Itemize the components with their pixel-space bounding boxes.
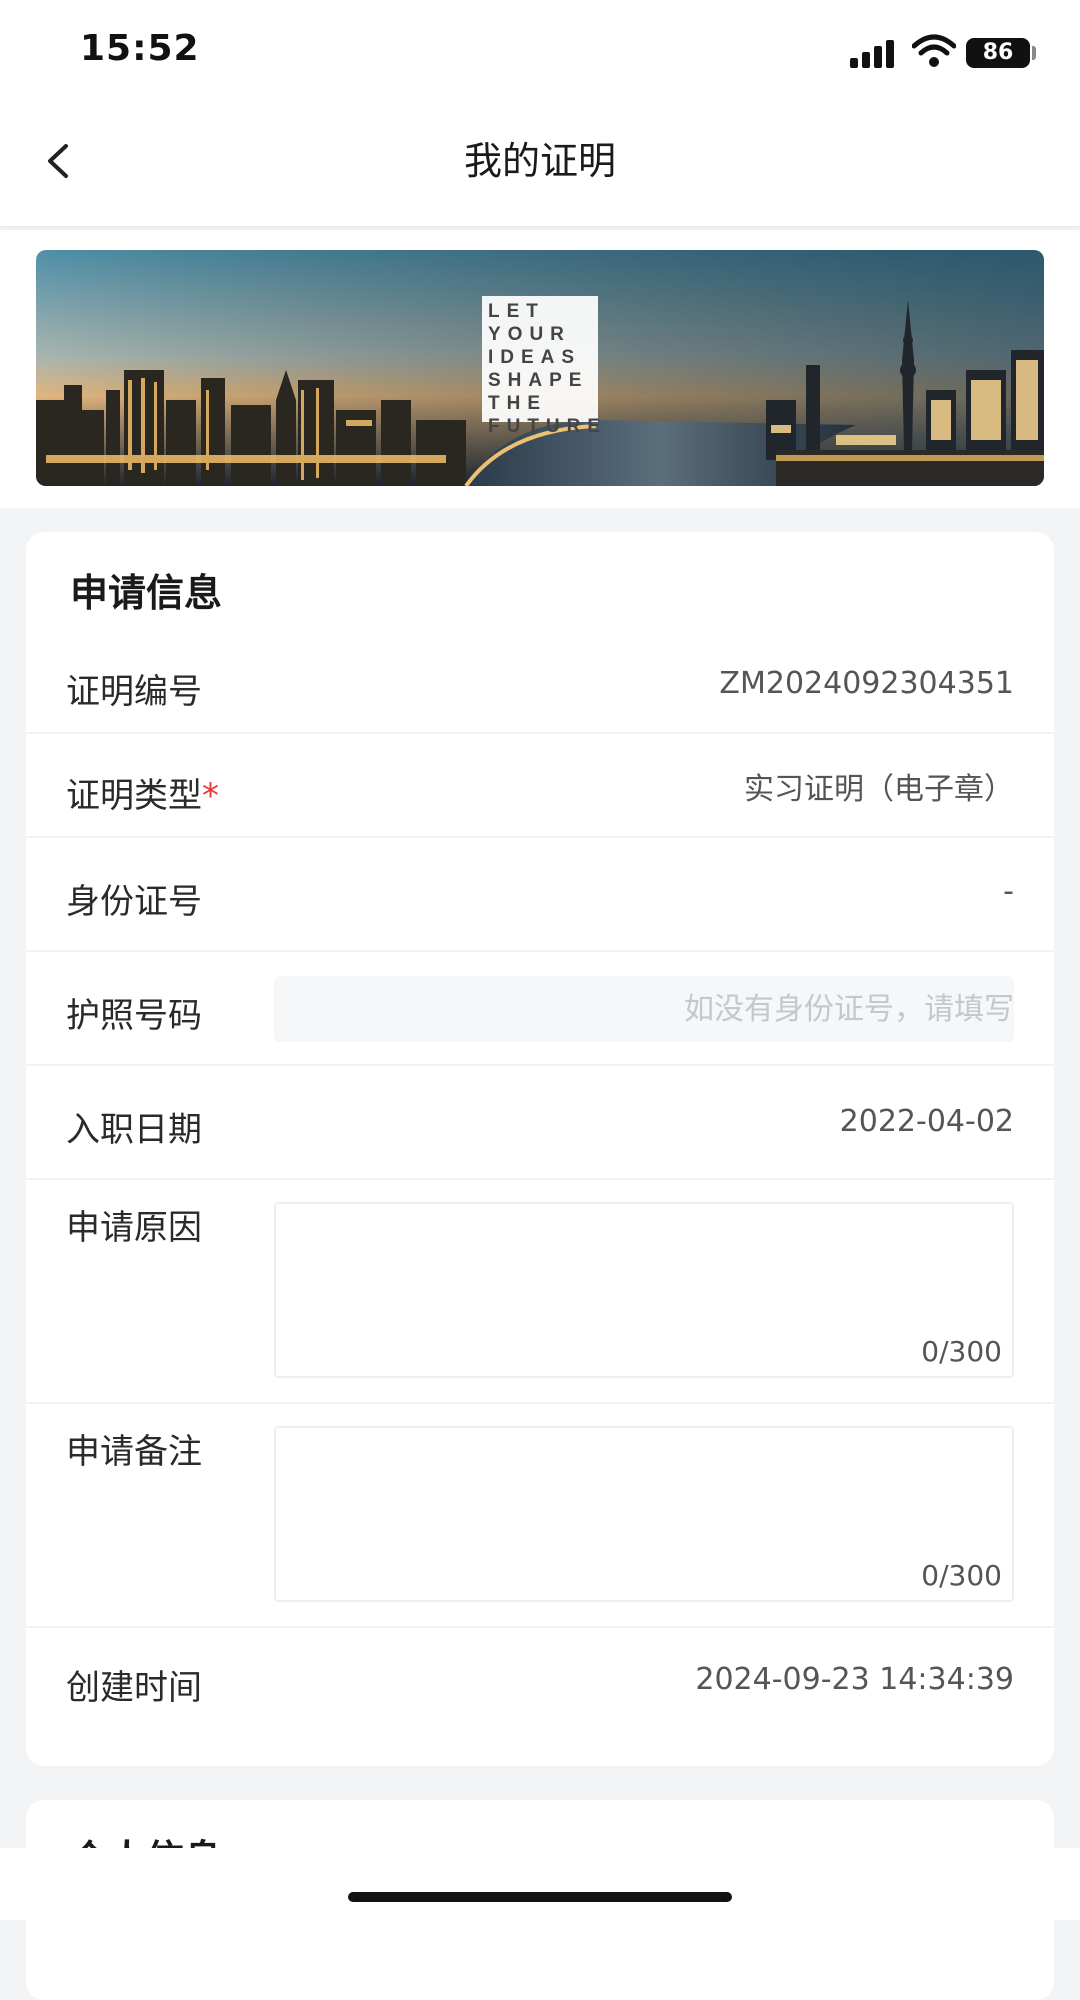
certificate-type-value[interactable]: 实习证明（电子章） [744, 764, 1014, 808]
created-time-label: 创建时间 [66, 1668, 202, 1708]
battery-icon: 86 [966, 38, 1030, 68]
remarks-char-counter: 0/300 [921, 1559, 1002, 1592]
required-mark: * [202, 776, 219, 816]
application-info-card: 申请信息 证明编号 ZM2024092304351 证明类型* 实习证明（电子章… [26, 532, 1054, 1766]
home-indicator[interactable] [348, 1892, 732, 1902]
section-title: 申请信息 [70, 571, 223, 615]
certificate-number-row: 证明编号 ZM2024092304351 [26, 638, 1054, 734]
certificate-type-row[interactable]: 证明类型* 实习证明（电子章） [26, 734, 1054, 838]
id-number-label: 身份证号 [66, 882, 202, 922]
hire-date-row: 入职日期 2022-04-02 [26, 1066, 1054, 1180]
hire-date-value: 2022-04-02 [839, 1104, 1014, 1139]
status-bar: 15:52 86 [0, 0, 1080, 100]
remarks-textarea[interactable] [276, 1428, 1016, 1604]
reason-label: 申请原因 [66, 1208, 202, 1248]
logo-line: YOUR [488, 324, 571, 345]
reason-textarea-box[interactable]: 0/300 [274, 1202, 1016, 1380]
remarks-textarea-box[interactable]: 0/300 [274, 1426, 1016, 1604]
certificate-type-label-text: 证明类型 [66, 776, 202, 816]
certificate-number-label: 证明编号 [66, 672, 202, 712]
reason-textarea[interactable] [276, 1204, 1016, 1380]
logo-line: SHAPE [488, 370, 589, 391]
home-indicator-area [0, 1848, 1080, 1920]
passport-row: 护照号码 [26, 952, 1054, 1066]
banner-section: LET YOUR IDEAS SHAPE THE FUTURE [0, 230, 1080, 508]
id-number-value: - [1003, 874, 1014, 909]
remarks-row: 申请备注 0/300 [26, 1404, 1054, 1628]
logo-line: THE [488, 393, 547, 414]
logo-line: LET [488, 301, 545, 322]
wifi-icon [912, 34, 956, 67]
certificate-number-value: ZM2024092304351 [719, 666, 1014, 701]
logo-line: FUTURE [488, 416, 608, 437]
signal-icon [850, 38, 898, 68]
passport-input[interactable] [274, 976, 1014, 1042]
hire-date-label: 入职日期 [66, 1110, 202, 1150]
nav-bar: 我的证明 [0, 100, 1080, 226]
passport-label: 护照号码 [66, 996, 202, 1036]
created-time-value: 2024-09-23 14:34:39 [695, 1662, 1014, 1697]
passport-input-box[interactable] [274, 976, 1014, 1042]
certificate-type-label: 证明类型* [66, 768, 219, 817]
remarks-label: 申请备注 [66, 1432, 202, 1472]
id-number-row: 身份证号 - [26, 838, 1054, 952]
banner-logo: LET YOUR IDEAS SHAPE THE FUTURE [482, 296, 600, 437]
created-time-row: 创建时间 2024-09-23 14:34:39 [26, 1628, 1054, 1738]
reason-row: 申请原因 0/300 [26, 1180, 1054, 1404]
status-time: 15:52 [80, 28, 200, 69]
banner-image[interactable]: LET YOUR IDEAS SHAPE THE FUTURE [36, 250, 1044, 486]
battery-tip [1032, 46, 1036, 60]
logo-line: IDEAS [488, 347, 582, 368]
page-title: 我的证明 [463, 139, 616, 183]
reason-char-counter: 0/300 [921, 1335, 1002, 1368]
